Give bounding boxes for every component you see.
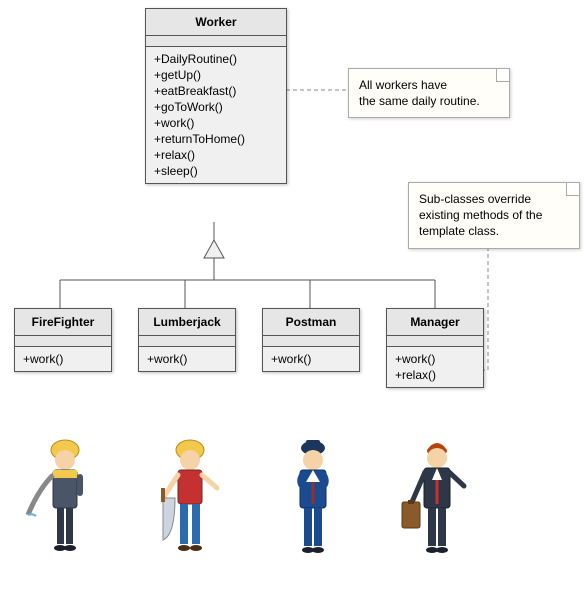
class-name: Postman <box>263 309 359 336</box>
class-methods: +work() <box>15 347 111 371</box>
class-attributes <box>263 336 359 347</box>
worker-class: Worker +DailyRoutine() +getUp() +eatBrea… <box>145 8 287 184</box>
method: +goToWork() <box>154 99 278 115</box>
method: +returnToHome() <box>154 131 278 147</box>
note-daily-routine: All workers have the same daily routine. <box>348 68 510 118</box>
method: +work() <box>147 351 227 367</box>
class-methods: +work() +relax() <box>387 347 483 387</box>
class-methods: +DailyRoutine() +getUp() +eatBreakfast()… <box>146 47 286 183</box>
class-methods: +work() <box>263 347 359 371</box>
method: +eatBreakfast() <box>154 83 278 99</box>
manager-class: Manager +work() +relax() <box>386 308 484 388</box>
note-override: Sub-classes override existing methods of… <box>408 182 580 249</box>
postman-illustration <box>268 430 358 570</box>
firefighter-illustration <box>20 430 110 570</box>
method: +work() <box>154 115 278 131</box>
manager-illustration <box>392 430 482 570</box>
class-attributes <box>387 336 483 347</box>
class-methods: +work() <box>139 347 235 371</box>
class-name: Lumberjack <box>139 309 235 336</box>
class-name: Worker <box>146 9 286 36</box>
method: +work() <box>271 351 351 367</box>
class-attributes <box>146 36 286 47</box>
class-name: FireFighter <box>15 309 111 336</box>
lumberjack-class: Lumberjack +work() <box>138 308 236 372</box>
method: +DailyRoutine() <box>154 51 278 67</box>
lumberjack-illustration <box>145 430 235 570</box>
class-attributes <box>15 336 111 347</box>
method: +work() <box>395 351 475 367</box>
diagram-canvas: Worker +DailyRoutine() +getUp() +eatBrea… <box>0 0 588 605</box>
class-attributes <box>139 336 235 347</box>
postman-class: Postman +work() <box>262 308 360 372</box>
method: +getUp() <box>154 67 278 83</box>
method: +relax() <box>395 367 475 383</box>
class-name: Manager <box>387 309 483 336</box>
method: +relax() <box>154 147 278 163</box>
method: +sleep() <box>154 163 278 179</box>
firefighter-class: FireFighter +work() <box>14 308 112 372</box>
method: +work() <box>23 351 103 367</box>
